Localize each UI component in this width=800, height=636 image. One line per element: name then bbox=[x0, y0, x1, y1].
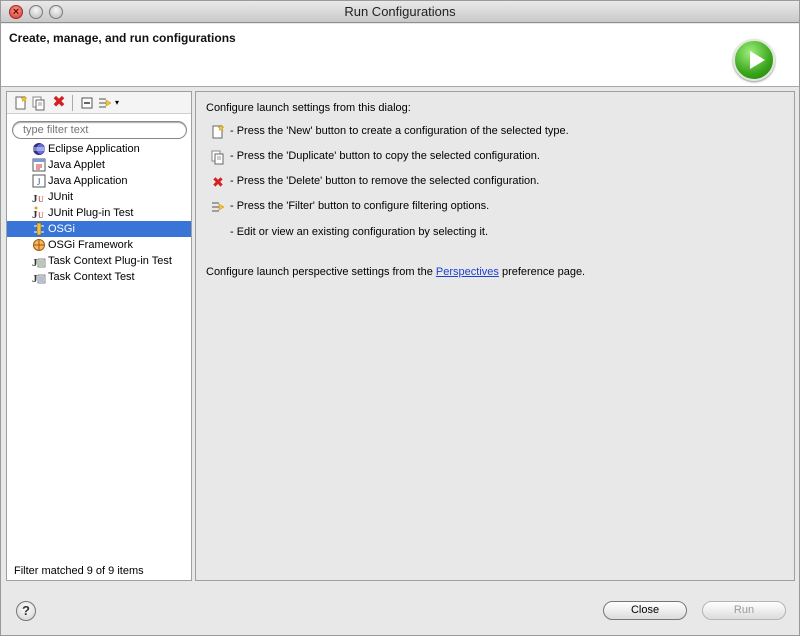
collapse-all-icon bbox=[81, 97, 93, 109]
new-config-icon bbox=[15, 95, 28, 110]
perspectives-text-before: Configure launch perspective settings fr… bbox=[206, 266, 436, 278]
delete-button[interactable]: ✖ bbox=[51, 95, 67, 111]
toolbar-separator bbox=[72, 95, 73, 111]
help-row-duplicate: - Press the 'Duplicate' button to copy t… bbox=[206, 147, 786, 167]
tree-item-osgi[interactable]: OSGi bbox=[7, 221, 191, 237]
svg-text:J: J bbox=[32, 257, 38, 268]
tree-item-junit[interactable]: JU JUnit bbox=[7, 189, 191, 205]
tree-item-label: Task Context Plug-in Test bbox=[48, 255, 172, 267]
window-title: Run Configurations bbox=[344, 4, 456, 19]
eclipse-icon bbox=[33, 143, 45, 155]
configuration-tree: Eclipse Application Java Applet J Java A… bbox=[7, 141, 191, 285]
close-button[interactable]: Close bbox=[603, 601, 687, 620]
tree-item-label: Java Applet bbox=[48, 159, 105, 171]
new-config-icon bbox=[212, 124, 225, 139]
tree-item-label: JUnit Plug-in Test bbox=[48, 207, 134, 219]
help-row-filter: - Press the 'Filter' button to configure… bbox=[206, 197, 786, 217]
filter-icon bbox=[212, 202, 225, 212]
tree-item-java-application[interactable]: J Java Application bbox=[7, 173, 191, 189]
launch-info-panel: Configure launch settings from this dial… bbox=[195, 91, 795, 581]
filter-icon bbox=[99, 98, 112, 108]
help-text: - Edit or view an existing configuration… bbox=[230, 226, 489, 238]
tree-item-label: Task Context Test bbox=[48, 271, 135, 283]
tree-item-label: JUnit bbox=[48, 191, 74, 203]
task-context-icon: J bbox=[32, 273, 46, 284]
osgi-framework-icon bbox=[33, 239, 45, 251]
svg-text:U: U bbox=[38, 211, 44, 220]
help-row-edit: - Edit or view an existing configuration… bbox=[206, 223, 786, 243]
duplicate-icon bbox=[211, 150, 224, 165]
filter-search-field[interactable] bbox=[12, 121, 187, 139]
perspectives-link[interactable]: Perspectives bbox=[436, 266, 499, 278]
svg-text:J: J bbox=[32, 273, 38, 284]
help-text: - Press the 'Duplicate' button to copy t… bbox=[230, 150, 540, 162]
help-row-new: - Press the 'New' button to create a con… bbox=[206, 122, 786, 142]
osgi-icon bbox=[34, 222, 44, 236]
filter-dropdown-icon[interactable]: ▾ bbox=[115, 95, 123, 111]
task-context-plugin-icon: J bbox=[32, 257, 46, 268]
run-button[interactable]: Run bbox=[702, 601, 786, 620]
dialog-header: Create, manage, and run configurations bbox=[1, 24, 799, 87]
tree-item-task-context-test[interactable]: J Task Context Test bbox=[7, 269, 191, 285]
run-launch-icon bbox=[733, 39, 775, 81]
help-icon: ? bbox=[22, 603, 30, 618]
java-application-icon: J bbox=[32, 174, 46, 188]
help-text: - Press the 'Filter' button to configure… bbox=[230, 200, 490, 212]
tree-item-label: Java Application bbox=[48, 175, 128, 187]
perspectives-text-after: preference page. bbox=[498, 266, 586, 278]
tree-item-junit-plugin-test[interactable]: JU JUnit Plug-in Test bbox=[7, 205, 191, 221]
collapse-all-button[interactable] bbox=[79, 95, 95, 111]
filter-button[interactable] bbox=[97, 95, 113, 111]
title-bar: × Run Configurations bbox=[1, 1, 799, 23]
tree-item-label: Eclipse Application bbox=[48, 143, 140, 155]
help-button[interactable]: ? bbox=[16, 601, 36, 621]
perspectives-text: Configure launch perspective settings fr… bbox=[206, 266, 585, 278]
configuration-tree-panel: ✖ ▾ Eclipse Application Java Applet bbox=[6, 91, 192, 581]
java-applet-icon bbox=[32, 158, 46, 172]
svg-text:U: U bbox=[38, 195, 44, 204]
run-configurations-window: × Run Configurations Create, manage, and… bbox=[0, 0, 800, 636]
filter-status-text: Filter matched 9 of 9 items bbox=[14, 565, 144, 577]
help-text: - Press the 'New' button to create a con… bbox=[230, 125, 569, 137]
duplicate-button[interactable] bbox=[31, 95, 47, 111]
tree-item-label: OSGi bbox=[48, 223, 75, 235]
help-text: - Press the 'Delete' button to remove th… bbox=[230, 175, 540, 187]
duplicate-icon bbox=[32, 96, 45, 111]
junit-plugin-icon: JU bbox=[32, 206, 44, 220]
delete-icon: ✖ bbox=[52, 94, 66, 111]
tree-toolbar: ✖ ▾ bbox=[7, 92, 191, 114]
junit-icon: JU bbox=[32, 193, 44, 204]
help-row-delete: ✖ - Press the 'Delete' button to remove … bbox=[206, 172, 786, 192]
delete-icon: ✖ bbox=[212, 174, 224, 190]
svg-text:J: J bbox=[37, 177, 41, 187]
tree-item-eclipse-application[interactable]: Eclipse Application bbox=[7, 141, 191, 157]
header-title: Create, manage, and run configurations bbox=[9, 31, 236, 45]
search-input[interactable] bbox=[23, 124, 178, 136]
tree-item-task-context-plugin-test[interactable]: J Task Context Plug-in Test bbox=[7, 253, 191, 269]
new-config-button[interactable] bbox=[13, 95, 29, 111]
tree-item-java-applet[interactable]: Java Applet bbox=[7, 157, 191, 173]
tree-item-label: OSGi Framework bbox=[48, 239, 133, 251]
intro-text: Configure launch settings from this dial… bbox=[206, 102, 411, 114]
tree-item-osgi-framework[interactable]: OSGi Framework bbox=[7, 237, 191, 253]
